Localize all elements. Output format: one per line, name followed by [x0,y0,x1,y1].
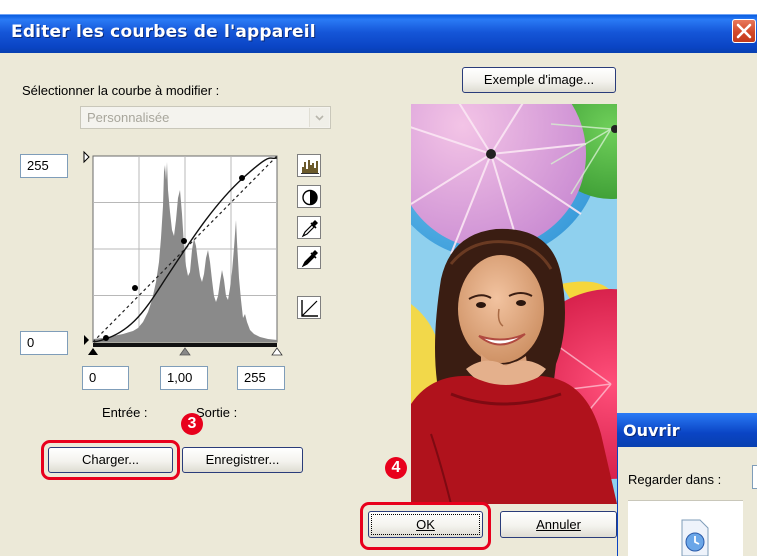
contrast-tool[interactable] [297,185,321,208]
cancel-button[interactable]: Annuler [500,511,617,538]
contrast-icon [302,189,318,206]
cancel-button-label: Annuler [536,517,581,532]
look-in-label: Regarder dans : [628,472,722,487]
output-value-label: Sortie : [196,405,238,420]
black-eyedropper-tool[interactable] [297,246,321,269]
output-black-marker [84,335,89,345]
recent-documents-icon[interactable] [678,518,712,559]
input-white-slider [271,347,283,356]
open-dialog-title: Ouvrir [623,421,680,440]
preview-image [411,104,617,504]
histogram-tool[interactable] [297,154,321,177]
reset-curve-icon [301,300,318,317]
curve-select-label: Sélectionner la courbe à modifier : [22,83,220,98]
input-gamma-slider [179,347,191,356]
chevron-down-icon[interactable] [309,108,329,127]
histogram-icon [301,160,319,174]
step-4-badge: 4 [385,457,407,479]
ok-button-label: OK [416,517,435,532]
curve-select-dropdown[interactable]: Personnalisée [80,106,331,129]
reset-curve-tool[interactable] [297,296,321,319]
save-button[interactable]: Enregistrer... [182,447,303,473]
output-max-field[interactable]: 255 [20,154,68,178]
ok-button[interactable]: OK [368,511,483,538]
input-black-slider [88,348,98,355]
curve-select-value: Personnalisée [87,110,170,125]
input-bar [93,343,277,347]
output-min-field[interactable]: 0 [20,331,68,355]
input-gamma-field[interactable]: 1,00 [160,366,208,390]
curve-graph[interactable] [78,150,290,366]
white-eyedropper-tool[interactable] [297,216,321,239]
window-title: Editer les courbes de l'appareil [11,22,316,42]
step-3-badge: 3 [181,413,203,435]
look-in-dropdown[interactable] [752,465,757,489]
close-icon [736,23,752,39]
sample-image-button[interactable]: Exemple d'image... [462,67,616,93]
close-button[interactable] [732,19,756,43]
input-white-field[interactable]: 255 [237,366,285,390]
input-value-label: Entrée : [102,405,148,420]
output-white-marker [83,150,90,164]
input-black-field[interactable]: 0 [82,366,129,390]
load-button[interactable]: Charger... [48,447,173,473]
white-eyedropper-icon [301,220,318,238]
black-eyedropper-icon [301,250,318,268]
